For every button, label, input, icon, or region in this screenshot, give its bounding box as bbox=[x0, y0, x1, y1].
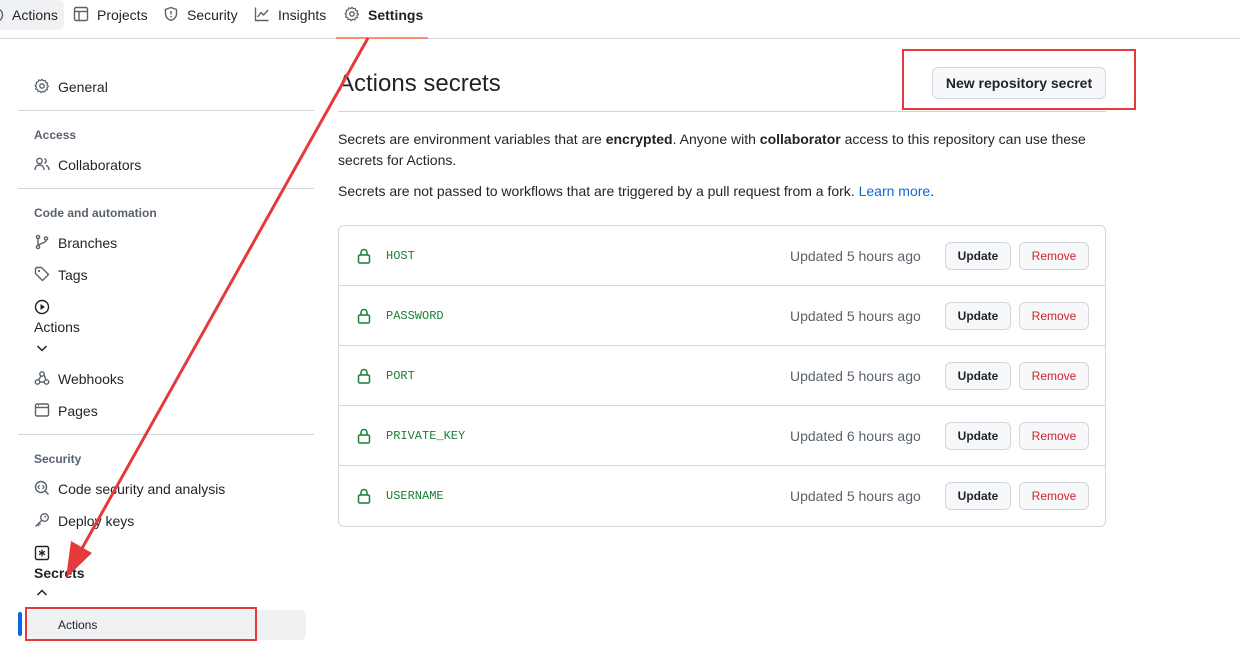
secret-updated: Updated 6 hours ago bbox=[790, 428, 921, 444]
update-button[interactable]: Update bbox=[945, 302, 1011, 330]
git-branch-icon bbox=[34, 234, 50, 253]
sidebar-divider bbox=[18, 434, 314, 435]
secret-row: HOST Updated 5 hours ago Update Remove bbox=[339, 226, 1105, 286]
secret-name: PASSWORD bbox=[386, 309, 444, 323]
remove-button[interactable]: Remove bbox=[1019, 362, 1089, 390]
active-tab-underline bbox=[336, 37, 428, 39]
secret-name: PORT bbox=[386, 369, 415, 383]
play-icon bbox=[34, 299, 50, 315]
play-icon bbox=[0, 7, 4, 23]
tab-label: Actions bbox=[12, 7, 58, 23]
chevron-up-icon[interactable] bbox=[34, 585, 50, 601]
secret-name: PRIVATE_KEY bbox=[386, 429, 466, 443]
sidebar-item-general[interactable]: General bbox=[18, 75, 108, 99]
title-divider bbox=[338, 111, 1106, 112]
remove-button[interactable]: Remove bbox=[1019, 422, 1089, 450]
asterisk-icon bbox=[34, 545, 50, 561]
lock-icon bbox=[357, 368, 371, 384]
secrets-list: HOST Updated 5 hours ago Update Remove P… bbox=[338, 225, 1106, 527]
sidebar-item-pages[interactable]: Pages bbox=[18, 399, 98, 423]
annotation-box-secrets-actions bbox=[25, 607, 257, 641]
lock-icon bbox=[357, 308, 371, 324]
tag-icon bbox=[34, 266, 50, 285]
sidebar-item-code-security[interactable]: Code security and analysis bbox=[18, 477, 225, 501]
tab-actions[interactable]: Actions bbox=[0, 0, 64, 30]
codescan-icon bbox=[34, 480, 50, 499]
remove-button[interactable]: Remove bbox=[1019, 482, 1089, 510]
sidebar-item-secrets[interactable]: Secrets bbox=[34, 565, 85, 581]
desc-text: Secrets are environment variables that a… bbox=[338, 131, 606, 147]
sidebar-item-deploy-keys[interactable]: Deploy keys bbox=[18, 509, 134, 533]
secret-updated: Updated 5 hours ago bbox=[790, 308, 921, 324]
update-button[interactable]: Update bbox=[945, 422, 1011, 450]
sidebar-item-label: Deploy keys bbox=[58, 513, 135, 529]
lock-icon bbox=[357, 248, 371, 264]
secret-row: PORT Updated 5 hours ago Update Remove bbox=[339, 346, 1105, 406]
shield-icon bbox=[163, 6, 179, 25]
update-button[interactable]: Update bbox=[945, 242, 1011, 270]
tab-insights[interactable]: Insights bbox=[248, 0, 332, 30]
secret-row: USERNAME Updated 5 hours ago Update Remo… bbox=[339, 466, 1105, 526]
sidebar-item-actions[interactable]: Actions bbox=[34, 319, 80, 335]
secret-name: HOST bbox=[386, 249, 415, 263]
sidebar-item-webhooks[interactable]: Webhooks bbox=[18, 367, 124, 391]
secrets-description: Secrets are environment variables that a… bbox=[338, 129, 1106, 171]
sidebar-divider bbox=[18, 110, 314, 111]
tab-projects[interactable]: Projects bbox=[67, 0, 154, 30]
sidebar-heading-security: Security bbox=[34, 452, 82, 466]
active-indicator bbox=[18, 612, 22, 636]
remove-button[interactable]: Remove bbox=[1019, 242, 1089, 270]
update-button[interactable]: Update bbox=[945, 362, 1011, 390]
secret-row: PRIVATE_KEY Updated 6 hours ago Update R… bbox=[339, 406, 1105, 466]
sidebar-item-tags[interactable]: Tags bbox=[18, 263, 88, 287]
page-title: Actions secrets bbox=[338, 70, 501, 97]
webhook-icon bbox=[34, 370, 50, 389]
secret-row: PASSWORD Updated 5 hours ago Update Remo… bbox=[339, 286, 1105, 346]
secret-updated: Updated 5 hours ago bbox=[790, 368, 921, 384]
sidebar-heading-access: Access bbox=[34, 128, 77, 142]
sidebar-item-branches[interactable]: Branches bbox=[18, 231, 117, 255]
gear-icon bbox=[34, 78, 50, 97]
desc-text: . Anyone with bbox=[672, 131, 760, 147]
sidebar-heading-code: Code and automation bbox=[34, 206, 157, 220]
sidebar-item-label: Code security and analysis bbox=[58, 481, 226, 497]
browser-icon bbox=[34, 402, 50, 421]
tab-label: Settings bbox=[368, 7, 424, 23]
secret-updated: Updated 5 hours ago bbox=[790, 248, 921, 264]
tab-label: Security bbox=[187, 7, 238, 23]
desc-text: . bbox=[930, 183, 935, 199]
tab-security[interactable]: Security bbox=[157, 0, 244, 30]
sidebar-item-label: Collaborators bbox=[58, 157, 142, 173]
people-icon bbox=[34, 156, 50, 175]
sidebar-item-label: Tags bbox=[58, 267, 88, 283]
annotation-box-new-secret bbox=[902, 49, 1136, 110]
update-button[interactable]: Update bbox=[945, 482, 1011, 510]
remove-button[interactable]: Remove bbox=[1019, 302, 1089, 330]
sidebar-item-label: Branches bbox=[58, 235, 118, 251]
sidebar-item-label: General bbox=[58, 79, 108, 95]
desc-bold-encrypted: encrypted bbox=[605, 131, 673, 147]
sidebar-divider bbox=[18, 188, 314, 189]
key-icon bbox=[34, 512, 50, 531]
tab-label: Insights bbox=[278, 7, 327, 23]
desc-text: Secrets are not passed to workflows that… bbox=[338, 183, 859, 199]
tab-settings[interactable]: Settings bbox=[338, 0, 429, 30]
lock-icon bbox=[357, 428, 371, 444]
repo-nav: Actions Projects Security Insights Setti… bbox=[0, 0, 1240, 39]
tab-label: Projects bbox=[97, 7, 148, 23]
gear-icon bbox=[344, 6, 360, 25]
table-icon bbox=[73, 6, 89, 25]
desc-bold-collaborator: collaborator bbox=[759, 131, 841, 147]
chevron-down-icon[interactable] bbox=[34, 340, 50, 356]
secret-name: USERNAME bbox=[386, 489, 444, 503]
secret-updated: Updated 5 hours ago bbox=[790, 488, 921, 504]
graph-icon bbox=[254, 6, 270, 25]
learn-more-link[interactable]: Learn more bbox=[859, 183, 931, 199]
lock-icon bbox=[357, 488, 371, 504]
sidebar-item-label: Pages bbox=[58, 403, 98, 419]
sidebar-item-collaborators[interactable]: Collaborators bbox=[18, 153, 141, 177]
fork-note: Secrets are not passed to workflows that… bbox=[338, 181, 1106, 202]
sidebar-item-label: Webhooks bbox=[58, 371, 124, 387]
